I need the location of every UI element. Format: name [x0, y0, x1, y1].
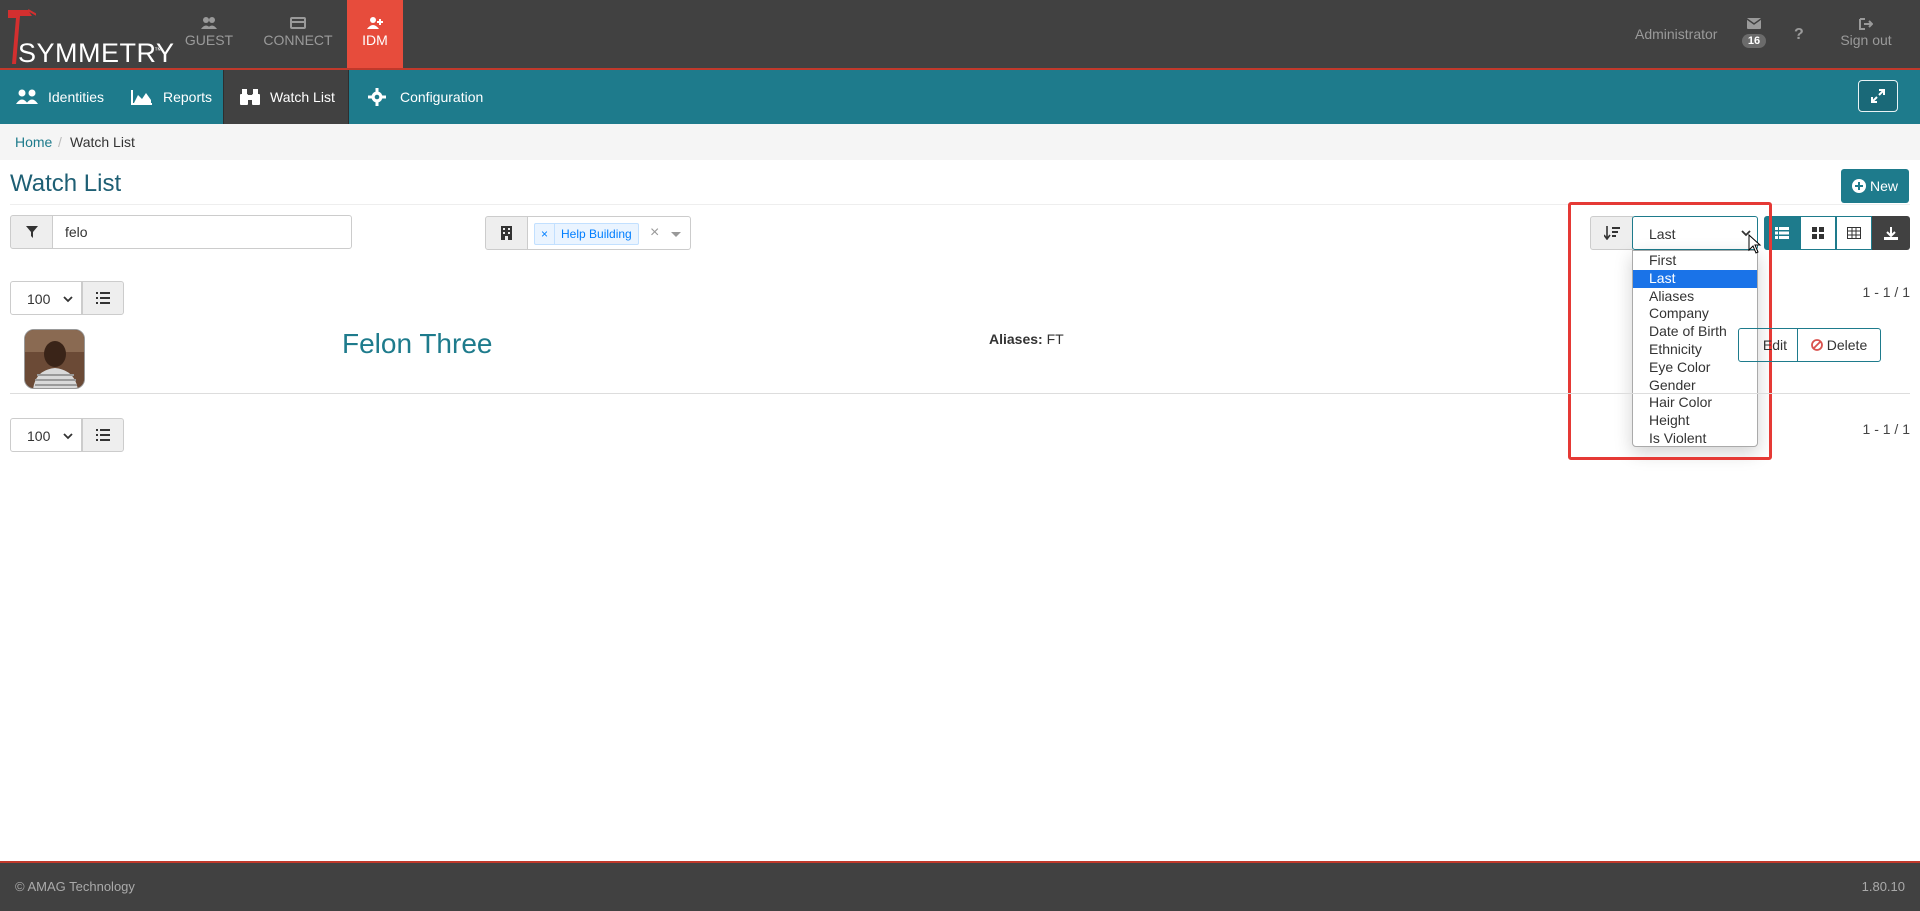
filter-icon — [25, 226, 38, 238]
chevron-down-icon — [63, 296, 73, 303]
module-connect[interactable]: CONNECT — [258, 0, 338, 68]
plus-circle-icon — [1851, 179, 1866, 193]
page-size-value: 100 — [27, 291, 51, 307]
expand-icon — [1871, 89, 1885, 103]
footer: © AMAG Technology 1.80.10 — [0, 861, 1920, 911]
card-icon — [290, 17, 306, 29]
tag-remove-button[interactable]: × — [535, 224, 556, 244]
mail-count-badge: 16 — [1741, 34, 1767, 48]
user-plus-icon — [367, 17, 383, 29]
nav-configuration[interactable]: Configuration — [368, 70, 483, 124]
identity-name[interactable]: Felon Three — [342, 328, 492, 360]
building-tag: × Help Building — [534, 223, 639, 245]
trademark: ™ — [154, 46, 162, 55]
copyright: © AMAG Technology — [15, 879, 135, 894]
table-icon — [1847, 227, 1861, 239]
nav-watch-list-label: Watch List — [270, 89, 335, 105]
person-photo — [25, 330, 84, 388]
gear-icon — [368, 88, 386, 106]
column-options-button[interactable] — [82, 281, 124, 315]
chevron-down-icon — [63, 433, 73, 440]
module-guest[interactable]: GUEST — [180, 0, 238, 68]
grid-icon — [1812, 227, 1824, 239]
building-addon — [485, 216, 528, 250]
users-icon — [16, 89, 38, 104]
edit-button-label: Edit — [1762, 337, 1787, 353]
ban-icon — [1810, 339, 1823, 351]
area-chart-icon — [131, 90, 152, 105]
page-size-select[interactable]: 100 — [10, 281, 82, 315]
identity-photo[interactable] — [24, 329, 85, 389]
list-ordered-icon — [96, 292, 110, 304]
nav-watch-list[interactable]: Watch List — [223, 70, 349, 124]
download-button[interactable] — [1872, 216, 1910, 250]
users-icon — [201, 17, 217, 29]
page-title: Watch List — [10, 170, 122, 197]
module-idm-label: IDM — [362, 32, 388, 48]
sign-out-button[interactable]: Sign out — [1838, 0, 1894, 68]
sign-out-icon — [1859, 18, 1873, 30]
current-user[interactable]: Administrator — [1635, 26, 1717, 42]
search-input[interactable] — [52, 215, 352, 249]
page-size-value: 100 — [27, 428, 51, 444]
chevron-down-icon[interactable] — [671, 232, 681, 237]
table-view-button[interactable] — [1836, 216, 1872, 250]
sign-out-label: Sign out — [1840, 32, 1892, 48]
module-idm[interactable]: IDM — [347, 0, 403, 68]
new-button-label: New — [1869, 178, 1898, 194]
delete-button[interactable]: Delete — [1797, 328, 1881, 362]
symmetry-logo[interactable]: SYMMETRY ™ — [6, 6, 174, 68]
column-options-button-bottom[interactable] — [82, 418, 124, 452]
row-divider — [10, 393, 1910, 394]
clear-selection-button[interactable]: × — [650, 224, 659, 242]
grid-view-button[interactable] — [1800, 216, 1836, 250]
result-count-bottom: 1 - 1 / 1 — [1862, 421, 1910, 437]
download-icon — [1884, 226, 1898, 240]
expand-button[interactable] — [1858, 80, 1898, 112]
module-guest-label: GUEST — [184, 32, 234, 48]
main-nav: Identities Reports Watch List Configurat… — [0, 70, 1920, 124]
delete-button-label: Delete — [1826, 337, 1868, 353]
edit-button[interactable]: Edit — [1738, 328, 1798, 362]
binoculars-icon — [240, 89, 260, 105]
page-size-select-bottom[interactable]: 100 — [10, 418, 82, 452]
breadcrumb: Home / Watch List — [0, 124, 1920, 160]
breadcrumb-home[interactable]: Home — [15, 134, 52, 150]
building-icon — [501, 226, 512, 240]
list-icon — [1775, 227, 1789, 239]
mouse-cursor-icon — [1748, 234, 1762, 254]
nav-reports-label: Reports — [163, 89, 213, 105]
nav-reports[interactable]: Reports — [131, 70, 212, 124]
brand-name: SYMMETRY — [18, 38, 175, 68]
version: 1.80.10 — [1861, 879, 1905, 894]
aliases-value: FT — [1046, 331, 1064, 347]
nav-configuration-label: Configuration — [400, 89, 484, 105]
aliases-label: Aliases: — [989, 331, 1043, 347]
module-connect-label: CONNECT — [263, 32, 333, 48]
breadcrumb-separator: / — [58, 134, 62, 150]
list-ordered-icon — [96, 429, 110, 441]
breadcrumb-current: Watch List — [70, 134, 135, 150]
top-bar: SYMMETRY ™ GUEST CONNECT IDM Administrat… — [0, 0, 1920, 70]
mail-button[interactable]: 16 — [1740, 0, 1768, 68]
building-select[interactable]: × Help Building × — [527, 216, 691, 250]
tag-label: Help Building — [561, 227, 632, 241]
nav-identities-label: Identities — [48, 89, 105, 105]
help-icon[interactable]: ? — [1794, 26, 1804, 44]
nav-identities[interactable]: Identities — [16, 70, 104, 124]
new-button[interactable]: New — [1841, 169, 1909, 203]
envelope-icon — [1747, 18, 1761, 29]
filter-addon — [10, 215, 53, 249]
result-count: 1 - 1 / 1 — [1862, 284, 1910, 300]
identity-aliases: Aliases: FT — [989, 331, 1064, 347]
